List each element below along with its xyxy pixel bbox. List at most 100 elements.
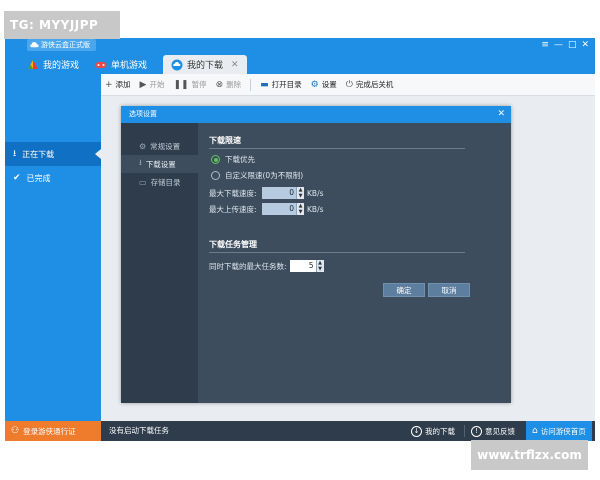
radio-unchecked-icon [211,171,220,180]
radio-checked-icon [211,155,220,164]
dialog-close-icon[interactable]: ✕ [497,106,505,123]
max-download-row: 最大下载速度: 0 ▲ ▼ KB/s [209,187,324,199]
close-icon[interactable]: ✕ [581,39,589,51]
cloud-logo-icon [30,42,39,48]
start-button[interactable]: ▶ 开始 [140,79,165,90]
concurrent-tasks-input[interactable]: 5 ▲ ▼ [289,260,324,272]
watermark-top-left: TG: MYYJJPP [4,11,120,39]
delete-label: 删除 [226,80,242,89]
home-icon: ⌂ [532,426,538,436]
concurrent-tasks-label: 同时下载的最大任务数: [209,261,287,271]
sidebar-item-downloading[interactable]: ⭳ 正在下载 [5,142,101,166]
dialog-body: 下载限速 下载优先 自定义限速(0为不限制) 最大下载速度: 0 ▲ ▼ KB/s… [198,123,511,403]
pause-icon: ❚❚ [173,79,189,90]
download-toolbar: + 添加 ▶ 开始 ❚❚ 暂停 ⊗ 删除 ▬ 打开目录 ⚙ 设置 ⏻ 完成后关机 [101,74,595,96]
open-directory-button[interactable]: ▬ 打开目录 [260,79,302,90]
tab-single-games[interactable]: 单机游戏 [87,55,155,74]
my-downloads-label: 我的下载 [425,426,455,436]
shutdown-after-button[interactable]: ⏻ 完成后关机 [346,79,394,90]
status-divider [464,425,465,437]
dialog-nav: ⚙ 常规设置 ⭳ 下载设置 ▭ 存储目录 [121,123,198,403]
nav-item-storage[interactable]: ▭ 存储目录 [121,173,198,191]
my-downloads-button[interactable]: ↓ 我的下载 [411,421,455,441]
download-circle-icon: ↓ [411,425,422,437]
feedback-label: 意见反馈 [485,426,515,436]
tab-my-downloads[interactable]: 我的下载 ✕ [163,55,247,74]
options-dialog: 选项设置 ✕ ⚙ 常规设置 ⭳ 下载设置 ▭ 存储目录 下载限速 下载优先 自定… [121,106,511,403]
open-directory-label: 打开目录 [271,80,302,89]
gear-icon: ⚙ [139,141,147,151]
app-window: 游侠云盒正式版 ≡ — □ ✕ 我的游戏 单机游戏 我的下载 ✕ ⭳ 正在下载 … [5,38,595,441]
gamepad-colorful-icon [28,59,38,69]
concurrent-tasks-value: 5 [308,261,314,270]
plus-icon: + [105,79,113,90]
stepper-arrows-icon[interactable]: ▲ ▼ [315,260,324,272]
nav-item-download[interactable]: ⭳ 下载设置 [121,155,198,173]
tab-close-icon[interactable]: ✕ [231,60,239,70]
window-controls: ≡ — □ ✕ [541,39,589,51]
maximize-icon[interactable]: □ [568,39,577,51]
visit-homepage-label: 访问游侠首页 [540,426,586,436]
radio-label: 下载优先 [225,155,255,164]
max-download-label: 最大下载速度: [209,188,257,198]
minimize-icon[interactable]: — [554,39,563,51]
add-button[interactable]: + 添加 [105,79,131,90]
watermark-bottom-right: www.trflzx.com [471,440,588,470]
cloud-download-icon [171,59,183,70]
nav-item-general[interactable]: ⚙ 常规设置 [121,137,198,155]
login-label: 登录游侠通行证 [23,426,76,436]
feedback-button[interactable]: ! 意见反馈 [471,421,515,441]
section-divider [209,148,465,149]
settings-label: 设置 [321,80,337,89]
radio-download-priority[interactable]: 下载优先 [211,154,255,165]
shutdown-after-label: 完成后关机 [355,80,394,89]
tab-label: 我的游戏 [43,61,80,71]
max-upload-label: 最大上传速度: [209,204,257,214]
app-title: 游侠云盒正式版 [27,39,96,51]
add-label: 添加 [115,80,131,89]
folder-icon: ▭ [139,177,147,187]
sidebar-item-label: 已完成 [26,173,51,183]
tab-label: 单机游戏 [111,61,148,71]
cancel-button[interactable]: 取消 [428,283,470,297]
dialog-title-bar: 选项设置 ✕ [121,106,511,123]
status-bar: ⚇ 登录游侠通行证 没有启动下载任务 ↓ 我的下载 ! 意见反馈 ⌂ 访问游侠首… [5,421,595,441]
max-upload-row: 最大上传速度: 0 ▲ ▼ KB/s [209,203,324,215]
nav-item-label: 下载设置 [145,159,176,169]
menu-icon[interactable]: ≡ [541,39,549,51]
login-button[interactable]: ⚇ 登录游侠通行证 [5,421,101,441]
sidebar-item-label: 正在下载 [22,149,55,159]
download-icon: ⭳ [13,149,17,159]
pause-label: 暂停 [191,80,207,89]
ok-button[interactable]: 确定 [383,283,425,297]
folder-icon: ▬ [260,79,269,90]
sidebar-item-completed[interactable]: ✔ 已完成 [5,166,101,190]
task-manage-title: 下载任务管理 [209,240,257,249]
max-download-input[interactable]: 0 ▲ ▼ [262,187,304,199]
visit-homepage-button[interactable]: ⌂ 访问游侠首页 [526,421,592,441]
settings-button[interactable]: ⚙ 设置 [311,79,337,90]
speed-limit-title: 下载限速 [209,136,241,145]
alert-circle-icon: ! [471,425,482,437]
max-upload-value: 0 [289,204,294,213]
dialog-title: 选项设置 [129,110,157,118]
user-icon: ⚇ [11,426,20,436]
play-icon: ▶ [139,79,147,90]
pause-button[interactable]: ❚❚ 暂停 [173,79,206,90]
title-bar: 游侠云盒正式版 ≡ — □ ✕ [5,38,595,53]
max-upload-input[interactable]: 0 ▲ ▼ [262,203,304,215]
concurrent-tasks-row: 同时下载的最大任务数: 5 ▲ ▼ [209,260,324,272]
controller-icon [95,61,107,68]
delete-icon: ⊗ [215,79,224,90]
stepper-arrows-icon[interactable]: ▲ ▼ [296,203,304,215]
nav-item-label: 存储目录 [150,177,181,187]
sidebar: ⭳ 正在下载 ✔ 已完成 [5,74,101,421]
toolbar-divider [250,78,252,91]
section-divider [209,252,465,253]
delete-button[interactable]: ⊗ 删除 [216,79,242,90]
nav-item-label: 常规设置 [150,141,181,151]
stepper-arrows-icon[interactable]: ▲ ▼ [296,187,304,199]
download-status-text: 没有启动下载任务 [109,426,169,435]
radio-custom-limit[interactable]: 自定义限速(0为不限制) [211,170,303,181]
tab-my-games[interactable]: 我的游戏 [19,55,87,74]
